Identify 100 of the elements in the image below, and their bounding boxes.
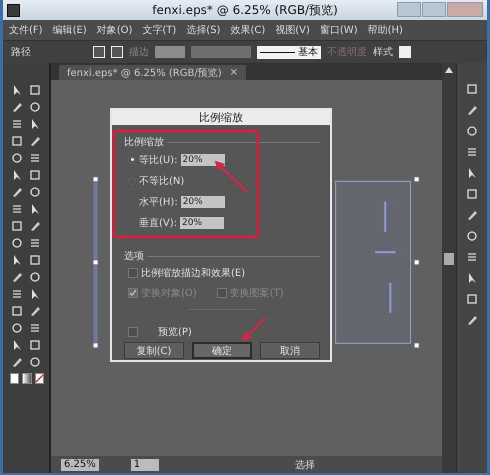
tool-icon[interactable] (11, 100, 23, 112)
tool-icon[interactable] (29, 304, 41, 316)
tool-icon[interactable] (29, 288, 41, 300)
preview-checkbox[interactable] (128, 327, 138, 337)
style-swatch[interactable] (399, 46, 411, 58)
tool-icon[interactable] (29, 134, 41, 146)
menu-item[interactable]: 效果(C) (230, 23, 266, 37)
tool-icon[interactable] (29, 118, 41, 130)
panel-icon[interactable] (466, 125, 478, 137)
stroke-weight-field[interactable] (155, 46, 185, 58)
tool-icon[interactable] (11, 134, 23, 146)
uniform-label: 等比(U): (139, 154, 178, 166)
group-label: 选项 (124, 250, 144, 263)
dialog-button[interactable]: 取消 (260, 342, 320, 359)
tool-icon[interactable] (29, 84, 41, 96)
dialog-button[interactable]: 确定 (192, 342, 252, 359)
horizontal-input[interactable]: 20% (180, 196, 225, 208)
panel-icon[interactable] (466, 251, 478, 263)
tool-icon[interactable] (29, 338, 41, 350)
gradient-icon[interactable] (22, 373, 32, 384)
tool-icon[interactable] (11, 338, 23, 350)
selection-handle[interactable] (414, 259, 420, 266)
tool-icon[interactable] (29, 236, 41, 248)
panel-icon[interactable] (466, 272, 478, 284)
scroll-up-icon[interactable] (445, 67, 453, 73)
selection-handle[interactable] (92, 342, 99, 348)
tool-icon[interactable] (29, 168, 41, 180)
tool-icon[interactable] (11, 202, 23, 214)
menu-item[interactable]: 编辑(E) (52, 23, 87, 37)
panel-icon[interactable] (466, 293, 478, 305)
vertical-input[interactable]: 20% (180, 216, 224, 228)
panel-icon[interactable] (466, 314, 478, 326)
tool-icon[interactable] (29, 356, 41, 368)
group-label: 比例缩放 (124, 136, 164, 149)
horizontal-label: 水平(H): (139, 196, 178, 208)
brush-dropdown[interactable]: 基本 (257, 46, 321, 58)
document-tab[interactable]: fenxi.eps* @ 6.25% (RGB/预览) × (59, 65, 246, 80)
tool-icon[interactable] (11, 322, 23, 334)
tool-icon[interactable] (11, 270, 23, 282)
menu-item[interactable]: 视图(V) (275, 23, 310, 37)
tool-icon[interactable] (29, 100, 41, 112)
selection-handle[interactable] (414, 342, 420, 348)
tool-icon[interactable] (29, 152, 41, 164)
panel-icon[interactable] (466, 188, 478, 200)
uniform-radio[interactable] (128, 156, 136, 164)
fill-color-icon[interactable] (10, 373, 20, 384)
preview-label: 预览(P) (158, 326, 192, 339)
none-color-icon[interactable] (34, 373, 44, 384)
dialog-button[interactable]: 复制(C) (124, 342, 184, 359)
tool-icon[interactable] (29, 220, 41, 232)
window-title: fenxi.eps* @ 6.25% (RGB/预览) (152, 2, 338, 18)
selection-label: 路径 (11, 46, 31, 59)
option-label: 比例缩放描边和效果(E) (141, 266, 246, 280)
scrollbar-thumb[interactable] (444, 253, 454, 265)
tool-icon[interactable] (11, 236, 23, 248)
tool-icon[interactable] (11, 186, 23, 198)
tool-icon[interactable] (29, 186, 41, 198)
menu-item[interactable]: 对象(O) (96, 23, 132, 37)
panel-icon[interactable] (466, 83, 478, 95)
tool-icon[interactable] (29, 270, 41, 282)
selection-handle[interactable] (414, 176, 420, 182)
opacity-label: 不透明度 (327, 46, 367, 59)
tool-icon[interactable] (11, 168, 23, 180)
annotation-arrow (242, 317, 266, 342)
option-checkbox[interactable] (128, 268, 138, 278)
selection-handle[interactable] (92, 176, 99, 182)
selection-handle[interactable] (92, 259, 99, 266)
stroke-swatch[interactable] (111, 46, 123, 58)
menu-item[interactable]: 窗口(W) (320, 23, 358, 37)
non-uniform-label: 不等比(N) (139, 174, 184, 188)
tool-icon[interactable] (29, 202, 41, 214)
menu-item[interactable]: 帮助(H) (368, 23, 403, 37)
menu-item[interactable]: 选择(S) (186, 23, 220, 37)
tool-icon[interactable] (11, 254, 23, 266)
menu-item[interactable]: 文字(T) (142, 23, 176, 37)
variable-width-field[interactable] (191, 46, 251, 58)
fill-swatch[interactable] (93, 46, 105, 58)
panel-icon[interactable] (466, 167, 478, 179)
menu-item[interactable]: 文件(F) (9, 23, 43, 37)
panel-icon[interactable] (466, 230, 478, 242)
dialog-title: 比例缩放 (199, 110, 243, 125)
tool-icon[interactable] (11, 220, 23, 232)
annotation-arrow (214, 160, 248, 193)
tab-close-button[interactable]: × (230, 67, 238, 78)
tool-icon[interactable] (29, 254, 41, 266)
tool-icon[interactable] (11, 304, 23, 316)
tool-icon[interactable] (11, 356, 23, 368)
app-logo-icon (7, 4, 20, 17)
uniform-input[interactable]: 20% (180, 154, 224, 166)
panel-icon[interactable] (466, 209, 478, 221)
tool-icon[interactable] (11, 152, 23, 164)
tool-icon[interactable] (11, 118, 23, 130)
zoom-field[interactable]: 6.25% (61, 458, 99, 470)
stroke-label: 描边 (129, 46, 149, 59)
tool-icon[interactable] (11, 288, 23, 300)
tool-icon[interactable] (29, 322, 41, 334)
artboard-field[interactable]: 1 (130, 458, 159, 470)
tool-icon[interactable] (11, 84, 23, 96)
panel-icon[interactable] (466, 146, 478, 158)
panel-icon[interactable] (466, 104, 478, 116)
